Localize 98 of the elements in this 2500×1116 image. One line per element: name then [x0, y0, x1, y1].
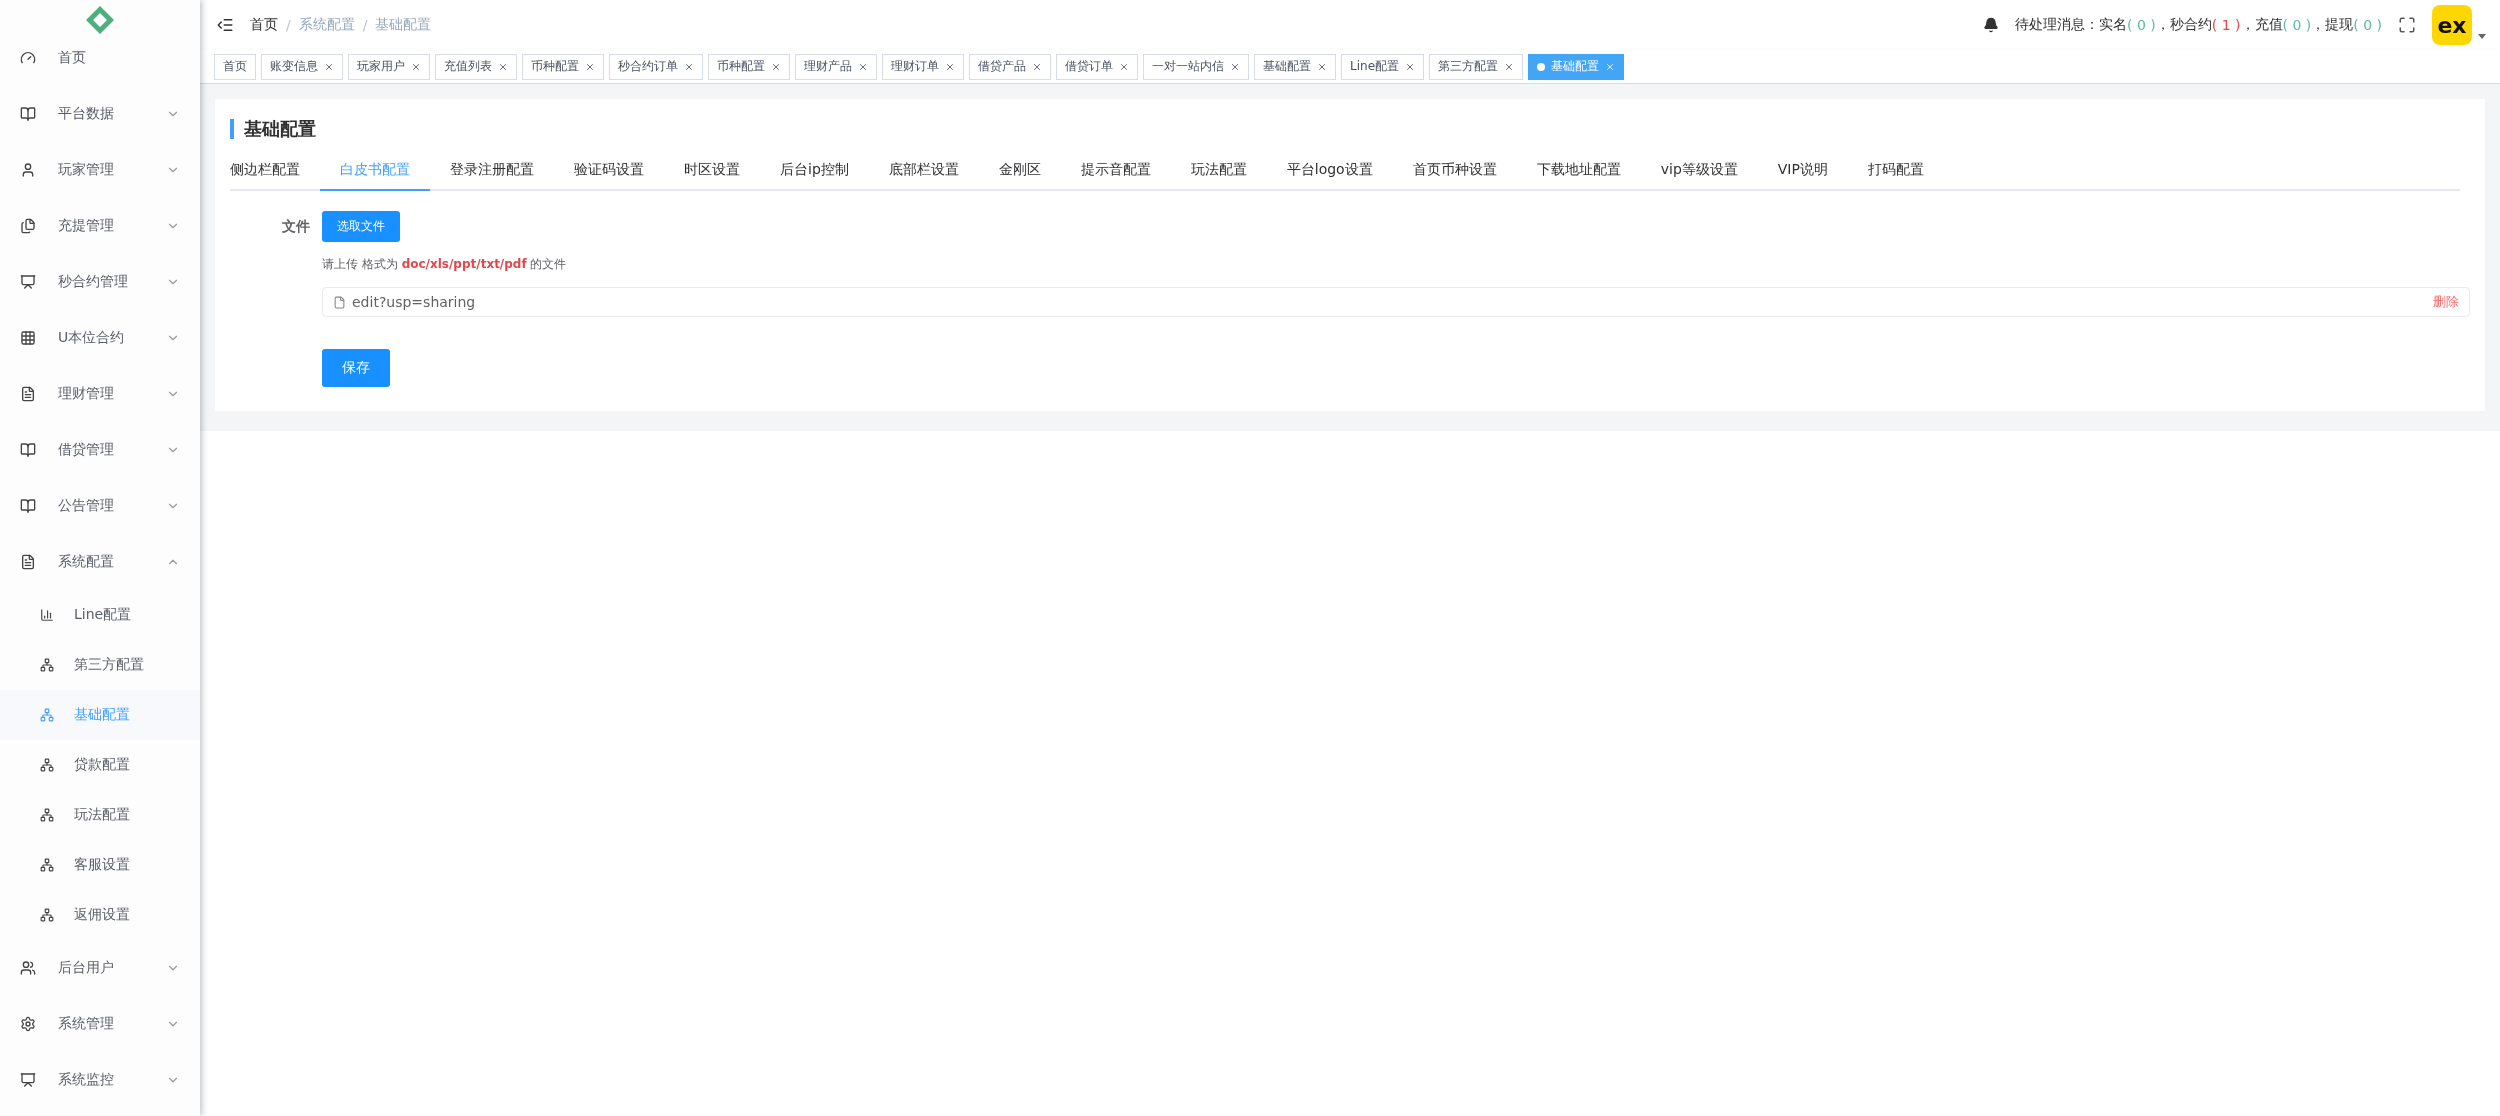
- tab[interactable]: 验证码设置: [554, 161, 664, 191]
- field-label: 文件: [281, 217, 310, 236]
- close-icon[interactable]: [684, 61, 694, 72]
- tab[interactable]: 底部栏设置: [868, 161, 979, 191]
- panel-title: 基础配置: [230, 119, 2470, 139]
- page-tag[interactable]: 币种配置: [708, 53, 790, 80]
- page-tag[interactable]: 理财产品: [795, 53, 877, 80]
- close-icon[interactable]: [585, 61, 595, 72]
- count-value: ( 1 ): [2211, 17, 2241, 33]
- fullscreen-icon[interactable]: [2398, 16, 2416, 34]
- page-tag[interactable]: 借贷订单: [1056, 53, 1138, 80]
- tab[interactable]: VIP说明: [1757, 161, 1848, 191]
- close-icon[interactable]: [1504, 61, 1514, 72]
- close-icon[interactable]: [1317, 61, 1327, 72]
- sidebar-item[interactable]: U本位合约: [0, 310, 200, 366]
- breadcrumb-item: 基础配置: [375, 16, 432, 34]
- sidebar-subitem[interactable]: 玩法配置: [0, 790, 200, 840]
- sidebar-item[interactable]: 玩家管理: [0, 142, 200, 198]
- sidebar-item[interactable]: 借贷管理: [0, 422, 200, 478]
- separator-comma: ，: [2240, 16, 2255, 34]
- count-value: ( 0 ): [2353, 17, 2382, 33]
- page-tag[interactable]: 币种配置: [522, 53, 604, 80]
- network-icon: [40, 908, 54, 922]
- sidebar-item[interactable]: 首页: [0, 30, 200, 86]
- count-value: ( 0 ): [2282, 17, 2312, 33]
- avatar[interactable]: ex: [2432, 5, 2472, 45]
- count-label: 充值: [2254, 16, 2283, 34]
- active-dot: [1537, 62, 1545, 71]
- sidebar-item[interactable]: 后台用户: [0, 940, 200, 996]
- page-tag[interactable]: 首页: [214, 53, 256, 80]
- close-icon[interactable]: [324, 61, 334, 72]
- sidebar-item[interactable]: 理财管理: [0, 366, 200, 422]
- tab[interactable]: 玩法配置: [1170, 161, 1267, 191]
- breadcrumb-separator: /: [286, 17, 291, 33]
- bar-chart-icon: [40, 608, 54, 622]
- sidebar-item[interactable]: 充提管理: [0, 198, 200, 254]
- tab[interactable]: 下载地址配置: [1516, 161, 1641, 191]
- page-tag[interactable]: Line配置: [1341, 53, 1424, 80]
- tab[interactable]: 侧边栏配置: [230, 161, 320, 191]
- sidebar-item[interactable]: 系统配置: [0, 534, 200, 590]
- tab[interactable]: 提示音配置: [1060, 161, 1171, 191]
- sidebar-item[interactable]: 系统监控: [0, 1052, 200, 1108]
- tab[interactable]: 时区设置: [664, 161, 760, 191]
- network-icon: [40, 708, 54, 722]
- tab[interactable]: 平台logo设置: [1266, 161, 1393, 191]
- sidebar-subitem[interactable]: 贷款配置: [0, 740, 200, 790]
- breadcrumb-separator: /: [362, 17, 368, 33]
- count-label: 提现: [2325, 16, 2354, 34]
- close-icon[interactable]: [498, 61, 508, 72]
- file-item: edit?usp=sharing 删除: [322, 287, 2470, 317]
- network-icon: [40, 858, 54, 872]
- page-tag[interactable]: 第三方配置: [1429, 53, 1523, 80]
- pending-label: 待处理消息：: [2015, 16, 2100, 34]
- count-label: 秒合约: [2169, 16, 2212, 34]
- sidebar-item[interactable]: 公告管理: [0, 478, 200, 534]
- tab[interactable]: vip等级设置: [1640, 161, 1758, 191]
- page-tag[interactable]: 借贷产品: [969, 53, 1051, 80]
- tab[interactable]: 首页币种设置: [1392, 161, 1517, 191]
- page-tag[interactable]: 秒合约订单: [609, 53, 703, 80]
- file-icon: [333, 295, 346, 309]
- page-tag[interactable]: 账变信息: [261, 53, 343, 80]
- separator-comma: ，: [2155, 16, 2170, 34]
- page-tag[interactable]: 基础配置: [1254, 53, 1336, 80]
- upload-hint: 请上传 格式为 doc/xls/ppt/txt/pdf 的文件: [322, 256, 568, 273]
- network-icon: [40, 758, 54, 772]
- tab[interactable]: 登录注册配置: [430, 161, 554, 191]
- network-icon: [40, 808, 54, 822]
- count-value: ( 0 ): [2127, 17, 2156, 33]
- close-icon[interactable]: [945, 61, 955, 72]
- tab[interactable]: 后台ip控制: [760, 161, 869, 191]
- caret-icon[interactable]: [2478, 34, 2486, 40]
- breadcrumb-item: 系统配置: [298, 16, 355, 34]
- close-icon[interactable]: [771, 61, 781, 72]
- separator-comma: ，: [2311, 16, 2326, 34]
- breadcrumb-item[interactable]: 首页: [250, 16, 278, 34]
- sidebar-subitem[interactable]: 第三方配置: [0, 640, 200, 690]
- page-tag[interactable]: 理财订单: [882, 53, 964, 80]
- sidebar-item[interactable]: 秒合约管理: [0, 254, 200, 310]
- sidebar-item[interactable]: 系统管理: [0, 996, 200, 1052]
- sidebar-subitem[interactable]: 客服设置: [0, 840, 200, 890]
- sidebar-subitem[interactable]: 返佣设置: [0, 890, 200, 940]
- close-icon[interactable]: [1405, 61, 1415, 72]
- close-icon[interactable]: [1230, 61, 1240, 72]
- bell-icon[interactable]: [1983, 17, 2000, 33]
- tab[interactable]: 打码配置: [1847, 161, 1944, 191]
- close-icon[interactable]: [1032, 61, 1042, 72]
- count-label: 实名: [2099, 16, 2128, 34]
- close-icon[interactable]: [1119, 61, 1129, 72]
- close-icon[interactable]: [411, 61, 421, 72]
- page-tag[interactable]: 充值列表: [435, 53, 517, 80]
- network-icon: [40, 658, 54, 672]
- page-tag[interactable]: 玩家用户: [348, 53, 430, 80]
- sidebar-item[interactable]: 平台数据: [0, 86, 200, 142]
- page-tag[interactable]: 一对一站内信: [1143, 53, 1249, 80]
- sidebar-subitem[interactable]: Line配置: [0, 590, 200, 640]
- logo-icon: [84, 4, 116, 36]
- tab[interactable]: 金刚区: [978, 161, 1061, 191]
- close-icon[interactable]: [858, 61, 868, 72]
